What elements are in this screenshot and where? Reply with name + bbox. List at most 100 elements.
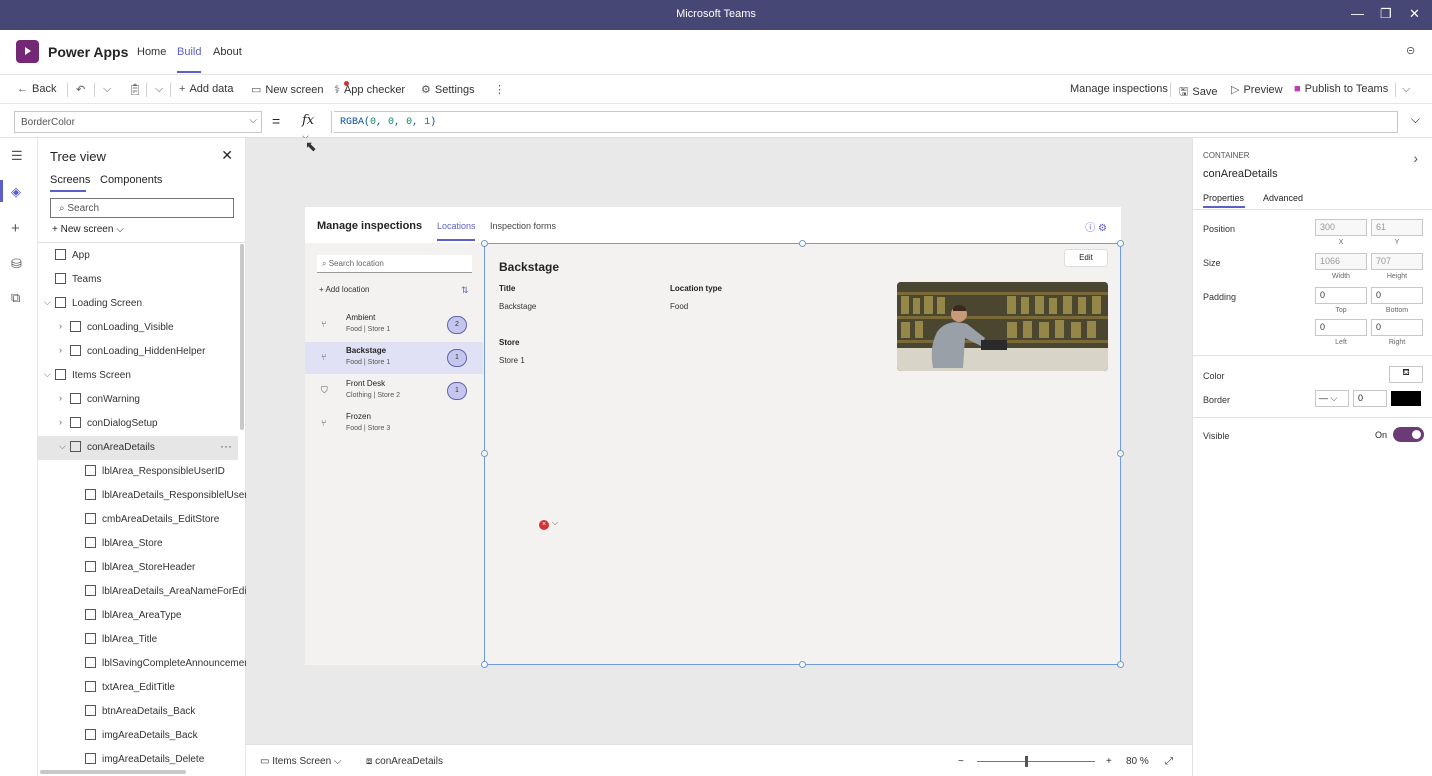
chevron-right-icon[interactable]: › xyxy=(59,417,62,427)
publish-button[interactable]: ■ Publish to Teams xyxy=(1294,83,1388,95)
back-button[interactable]: ← Back xyxy=(17,83,56,95)
formula-input[interactable]: RGBA(0, 0, 0, 1) xyxy=(334,111,1398,133)
undo-button[interactable]: ↶ xyxy=(76,83,89,96)
tree-item[interactable]: › conDialogSetup xyxy=(38,412,238,436)
tree-item[interactable]: txtArea_EditTitle xyxy=(38,676,238,700)
resize-handle-right[interactable] xyxy=(1117,450,1124,457)
paste-dropdown[interactable]: ⌵ xyxy=(155,83,167,96)
tree-item[interactable]: lblArea_StoreHeader xyxy=(38,556,238,580)
tree-item[interactable]: lblArea_ResponsibleUserID xyxy=(38,460,238,484)
visible-toggle[interactable] xyxy=(1393,427,1424,442)
gear-icon[interactable]: ⚙ xyxy=(1098,223,1107,234)
nav-build[interactable]: Build xyxy=(177,46,201,58)
chevron-right-icon[interactable]: › xyxy=(59,321,62,331)
expand-formula-icon[interactable]: ⌵ xyxy=(1411,112,1420,127)
zoom-out-button[interactable]: − xyxy=(958,756,964,767)
color-picker[interactable]: ⛾ xyxy=(1389,366,1423,383)
resize-handle-top-left[interactable] xyxy=(481,240,488,247)
border-color-swatch[interactable] xyxy=(1391,391,1421,406)
chevron-right-icon[interactable]: › xyxy=(1413,150,1418,166)
location-search-input[interactable]: ⌕ Search location xyxy=(317,255,472,273)
control-breadcrumb[interactable]: ⧈ conAreaDetails xyxy=(366,756,443,767)
vertical-scrollbar[interactable] xyxy=(240,244,244,430)
tree-item[interactable]: lblArea_Title xyxy=(38,628,238,652)
new-screen-button[interactable]: + New screen ⌵ xyxy=(52,224,124,235)
tab-locations[interactable]: Locations xyxy=(437,221,476,231)
tree-item[interactable]: ⌵ Items Screen xyxy=(38,364,238,388)
more-commands-button[interactable]: ⋮ xyxy=(494,83,509,96)
tree-item[interactable]: ⌵ Loading Screen xyxy=(38,292,238,316)
resize-handle-bottom[interactable] xyxy=(799,661,806,668)
chevron-down-icon[interactable]: ⌵ xyxy=(59,441,66,452)
close-window-icon[interactable]: ✕ xyxy=(1409,6,1420,22)
border-style-dropdown[interactable]: — ⌵ xyxy=(1315,390,1349,407)
tab-screens[interactable]: Screens xyxy=(50,174,90,186)
close-icon[interactable]: ✕ xyxy=(221,147,233,164)
preview-button[interactable]: ▷ Preview xyxy=(1231,83,1283,96)
data-cylinder-icon[interactable]: ⛁ xyxy=(11,256,22,272)
function-button[interactable]: fx ⌵ xyxy=(292,111,332,142)
horizontal-scrollbar[interactable] xyxy=(40,770,186,774)
feedback-icon[interactable]: ⊝ xyxy=(1406,44,1415,57)
position-y-input[interactable]: 61 xyxy=(1371,219,1423,236)
chevron-right-icon[interactable]: › xyxy=(59,345,62,355)
zoom-slider-thumb[interactable] xyxy=(1025,756,1028,767)
tree-item[interactable]: › conLoading_Visible xyxy=(38,316,238,340)
fit-to-window-icon[interactable]: ⤢ xyxy=(1165,756,1173,767)
tree-item[interactable]: imgAreaDetails_Delete xyxy=(38,748,238,772)
tab-properties[interactable]: Properties xyxy=(1203,193,1244,203)
minimize-icon[interactable]: — xyxy=(1351,6,1364,21)
height-input[interactable]: 707 xyxy=(1371,253,1423,270)
tree-item[interactable]: App xyxy=(38,244,238,268)
tab-inspection-forms[interactable]: Inspection forms xyxy=(490,221,556,231)
tree-item[interactable]: lblArea_Store xyxy=(38,532,238,556)
tab-components[interactable]: Components xyxy=(100,174,162,186)
publish-dropdown[interactable]: ⌵ xyxy=(1402,83,1414,96)
tree-item[interactable]: btnAreaDetails_Back xyxy=(38,700,238,724)
nav-home[interactable]: Home xyxy=(137,46,166,58)
screen-breadcrumb[interactable]: ▭ Items Screen ⌵ xyxy=(260,756,342,767)
tree-item[interactable]: lblArea_AreaType xyxy=(38,604,238,628)
add-data-button[interactable]: + Add data xyxy=(179,83,233,95)
tree-item[interactable]: › conLoading_HiddenHelper xyxy=(38,340,238,364)
chevron-down-icon[interactable]: ⌵ xyxy=(44,297,51,308)
nav-about[interactable]: About xyxy=(213,46,242,58)
tab-advanced[interactable]: Advanced xyxy=(1263,193,1303,203)
restore-icon[interactable]: ❐ xyxy=(1380,6,1392,22)
sort-icon[interactable]: ⇅ xyxy=(461,285,469,296)
layers-icon[interactable]: ◈ xyxy=(11,184,21,200)
zoom-slider[interactable] xyxy=(977,761,1095,762)
redo-dropdown[interactable]: ⌵ xyxy=(103,83,115,96)
padding-bottom-input[interactable]: 0 xyxy=(1371,287,1423,304)
tree-item[interactable]: › conWarning xyxy=(38,388,238,412)
zoom-in-button[interactable]: + xyxy=(1106,756,1112,767)
padding-right-input[interactable]: 0 xyxy=(1371,319,1423,336)
settings-button[interactable]: ⚙ Settings xyxy=(421,83,475,96)
chevron-right-icon[interactable]: › xyxy=(59,393,62,403)
insert-plus-icon[interactable]: + xyxy=(11,220,20,237)
location-item[interactable]: ⛉ Front Desk Clothing | Store 2 1 xyxy=(305,375,483,407)
paste-button[interactable]: 📋︎ xyxy=(128,83,146,96)
resize-handle-top[interactable] xyxy=(799,240,806,247)
save-button[interactable]: 🖫 Save xyxy=(1179,83,1217,102)
add-location-button[interactable]: + Add location xyxy=(319,285,369,294)
resize-handle-bottom-right[interactable] xyxy=(1117,661,1124,668)
tree-item[interactable]: lblAreaDetails_ResponsiblelUserID xyxy=(38,484,258,508)
location-item[interactable]: ⑂ Backstage Food | Store 1 1 xyxy=(305,342,483,374)
new-screen-button[interactable]: ▭ New screen xyxy=(251,83,323,96)
chevron-down-icon[interactable]: ⌵ xyxy=(44,369,51,380)
resize-handle-bottom-left[interactable] xyxy=(481,661,488,668)
resize-handle-left[interactable] xyxy=(481,450,488,457)
location-item[interactable]: ⑂ Frozen Food | Store 3 xyxy=(305,408,483,440)
more-options-icon[interactable]: ··· xyxy=(220,439,232,453)
tree-item[interactable]: Teams xyxy=(38,268,238,292)
tree-item[interactable]: ⌵ conAreaDetails ··· xyxy=(38,436,238,460)
border-width-input[interactable]: 0 xyxy=(1353,390,1387,407)
tree-search-input[interactable]: ⌕ Search xyxy=(50,198,234,218)
tree-item[interactable]: imgAreaDetails_Back xyxy=(38,724,238,748)
position-x-input[interactable]: 300 xyxy=(1315,219,1367,236)
tree-item[interactable]: cmbAreaDetails_EditStore xyxy=(38,508,238,532)
hamburger-menu-icon[interactable]: ☰ xyxy=(11,148,23,164)
info-icon[interactable]: ⓘ xyxy=(1085,223,1095,234)
width-input[interactable]: 1066 xyxy=(1315,253,1367,270)
